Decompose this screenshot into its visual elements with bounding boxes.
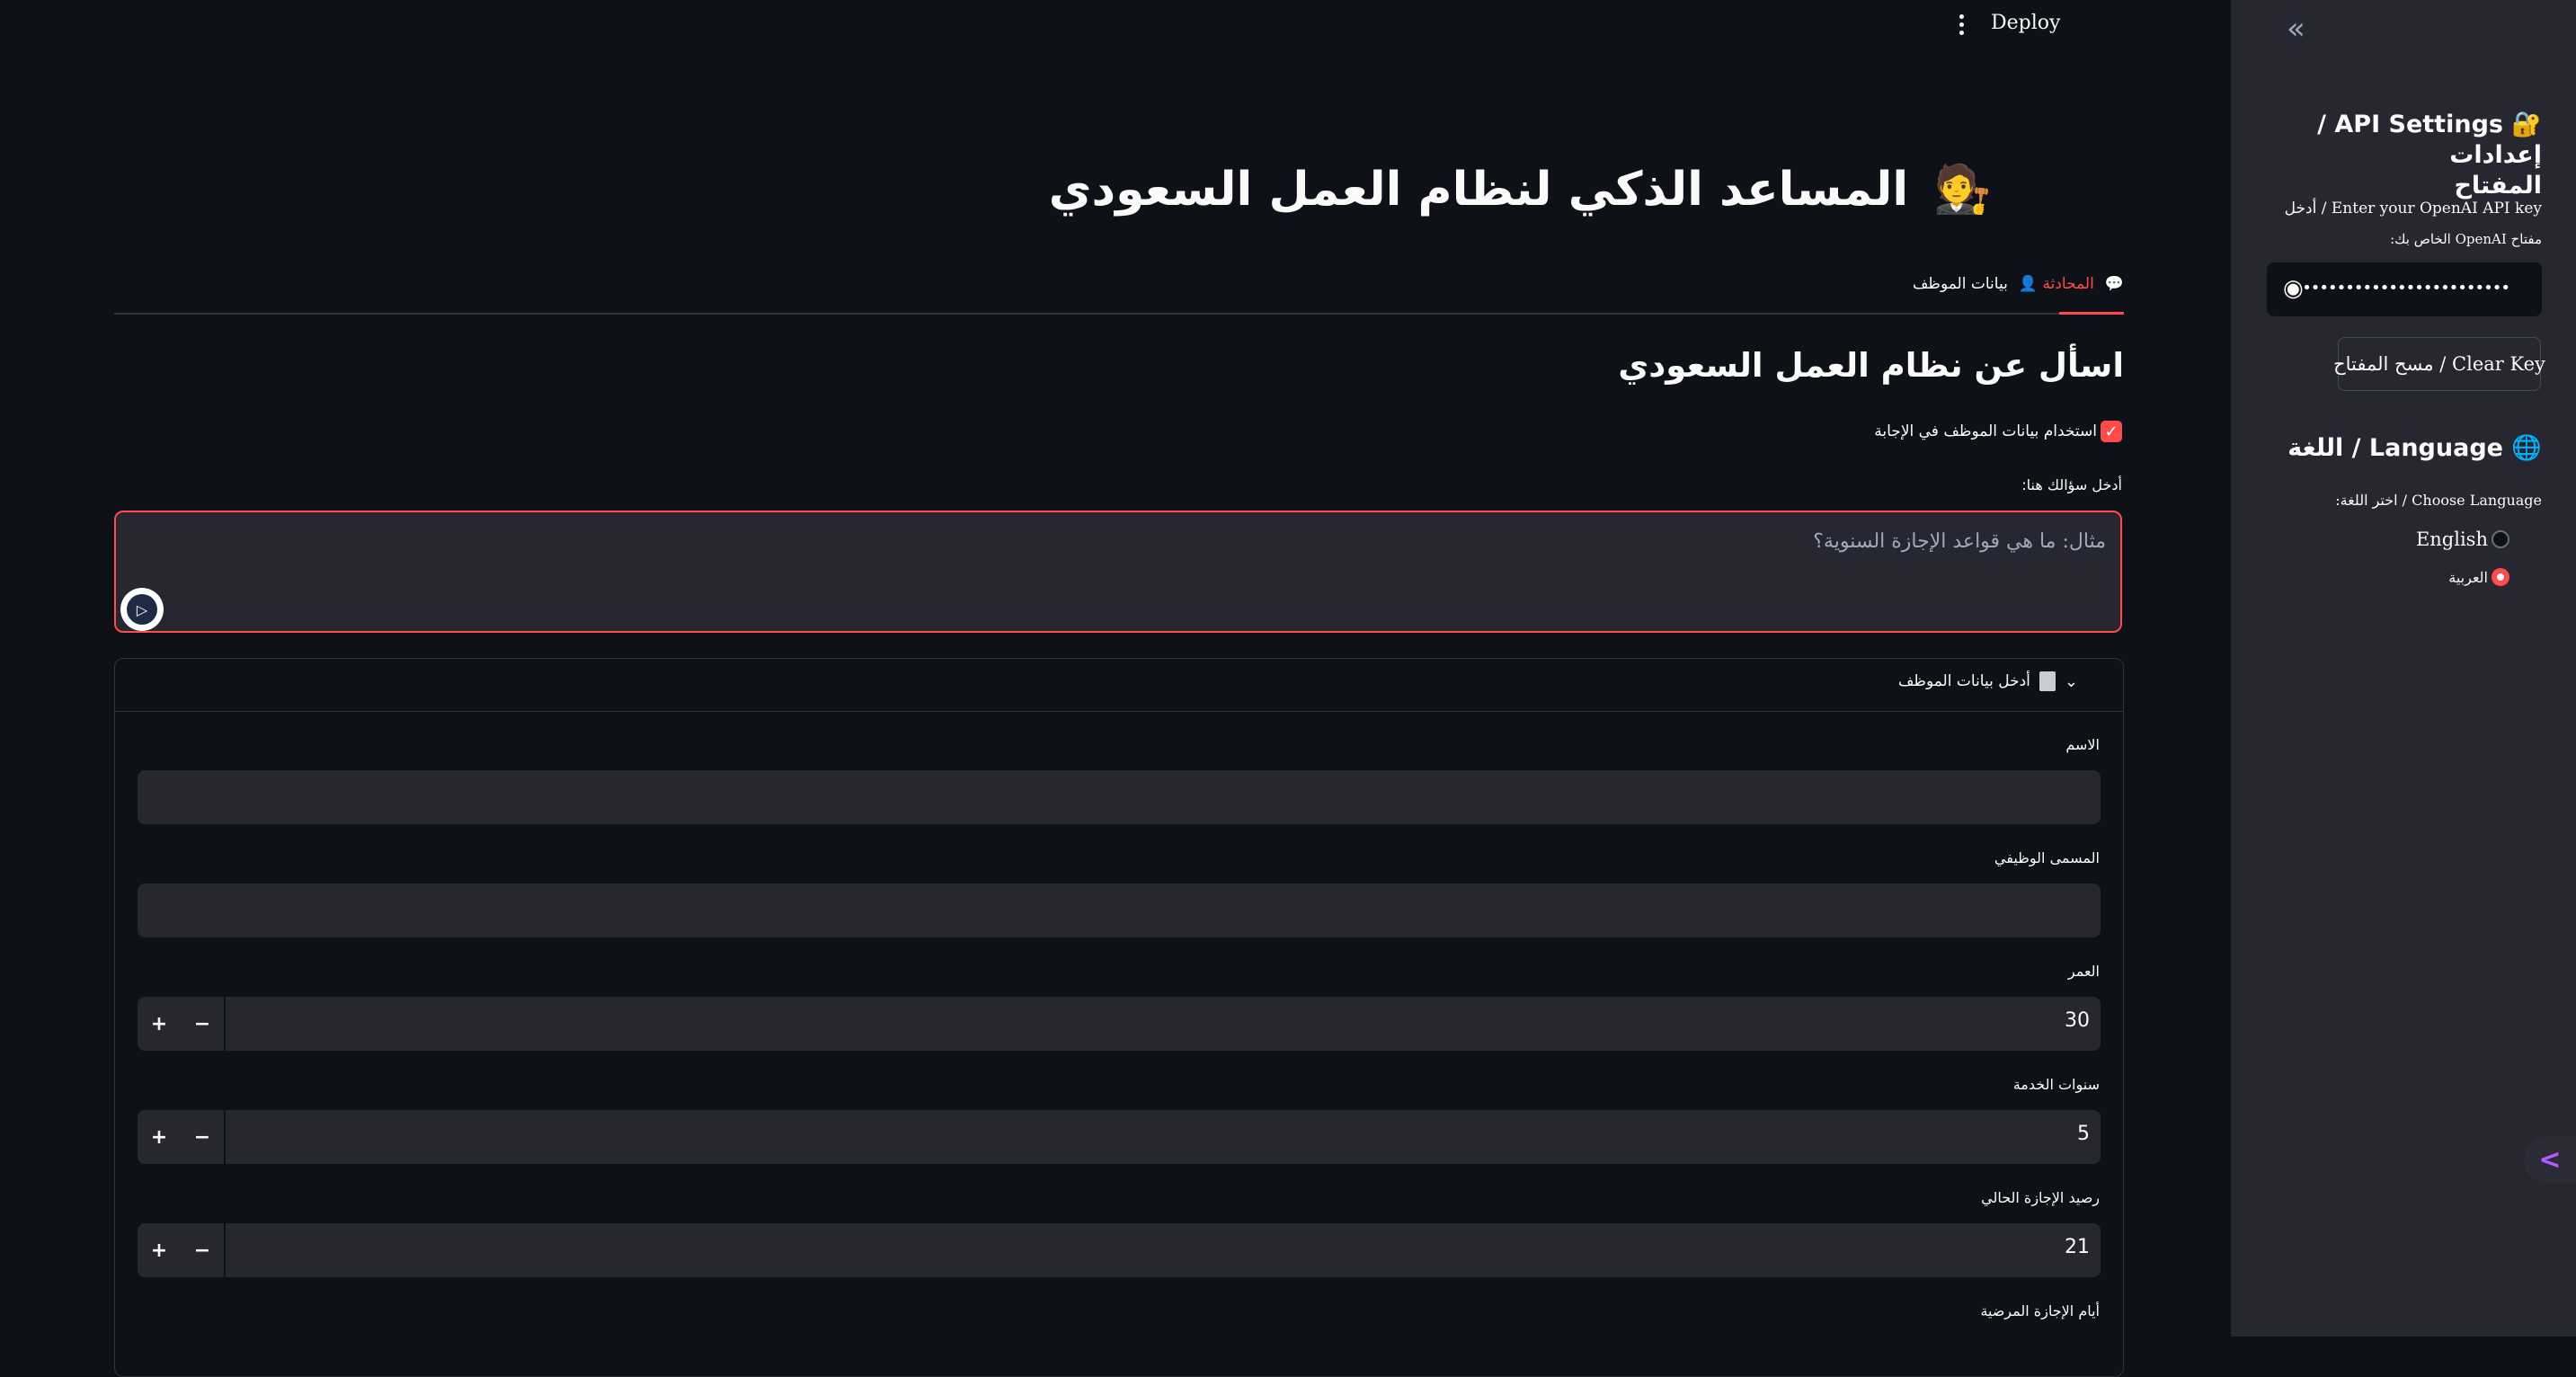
- age-number-input[interactable]: + − 30: [138, 997, 2101, 1051]
- radio-selected-icon[interactable]: [2492, 568, 2509, 586]
- page-title-text: المساعد الذكي لنظام العمل السعودي: [1048, 162, 1909, 217]
- leave-balance-value: 21: [2065, 1236, 2090, 1258]
- stepper-divider: [224, 1110, 226, 1164]
- age-value: 30: [2065, 1009, 2090, 1032]
- document-icon: [2039, 671, 2056, 691]
- expander-title[interactable]: ⌄ أدخل بيانات الموظف: [1898, 671, 2083, 691]
- api-key-label: Enter your OpenAI API key / أدخل مفتاح O…: [2285, 193, 2542, 254]
- vertical-dots-icon: [1959, 13, 1964, 19]
- assistant-widget-button[interactable]: ▷: [120, 588, 164, 631]
- person-icon: 👤: [2018, 275, 2038, 293]
- age-increment-button[interactable]: +: [138, 997, 181, 1051]
- job-title-input[interactable]: [138, 884, 2101, 937]
- page-title: 🧑‍⚖️ المساعد الذكي لنظام العمل السعودي: [1048, 162, 1992, 218]
- service-years-decrement-button[interactable]: −: [181, 1110, 224, 1164]
- chevron-down-icon: ⌄: [2064, 671, 2078, 691]
- use-employee-data-checkbox[interactable]: ✓ استخدام بيانات الموظف في الإجابة: [1874, 421, 2122, 442]
- language-label: Choose Language / اختر اللغة:: [2335, 492, 2542, 509]
- checkmark-icon[interactable]: ✓: [2101, 421, 2122, 442]
- checkbox-label: استخدام بيانات الموظف في الإجابة: [1874, 422, 2097, 440]
- tab-chat[interactable]: 💬 المحادثة: [2043, 268, 2124, 300]
- tab-employee-data-label: بيانات الموظف: [1912, 275, 2008, 293]
- leave-balance-label: رصيد الإجازة الحالي: [1981, 1189, 2100, 1206]
- language-option-arabic[interactable]: العربية: [2448, 568, 2509, 586]
- expander-header[interactable]: ⌄ أدخل بيانات الموظف: [115, 659, 2123, 712]
- service-years-value: 5: [2077, 1123, 2090, 1145]
- collapse-sidebar-icon[interactable]: «: [2287, 11, 2305, 47]
- api-settings-title-line1: 🔐 API Settings / إعدادات: [2317, 111, 2542, 169]
- question-placeholder: مثال: ما هي قواعد الإجازة السنوية؟: [1813, 530, 2106, 553]
- service-years-number-input[interactable]: + − 5: [138, 1110, 2101, 1164]
- language-option-english[interactable]: English: [2416, 529, 2509, 550]
- clear-key-button[interactable]: Clear Key / مسح المفتاح: [2333, 337, 2545, 391]
- section-title: اسأل عن نظام العمل السعودي: [1618, 346, 2124, 385]
- active-tab-indicator: [2059, 312, 2124, 315]
- service-years-increment-button[interactable]: +: [138, 1110, 181, 1164]
- sick-leave-days-label: أيام الإجازة المرضية: [1980, 1302, 2100, 1319]
- api-key-label-line1: Enter your OpenAI API key / أدخل: [2284, 200, 2542, 218]
- age-label: العمر: [2067, 963, 2100, 980]
- question-textarea[interactable]: مثال: ما هي قواعد الإجازة السنوية؟: [114, 511, 2122, 633]
- radio-unselected-icon[interactable]: [2492, 530, 2509, 548]
- eye-icon[interactable]: ◉: [2283, 275, 2304, 302]
- tab-chat-label: المحادثة: [2042, 275, 2094, 293]
- deploy-button[interactable]: Deploy: [1982, 7, 2069, 40]
- employee-data-expander: ⌄ أدخل بيانات الموظف الاسم المسمى الوظيف…: [114, 658, 2124, 1377]
- leave-balance-increment-button[interactable]: +: [138, 1223, 181, 1277]
- job-title-label: المسمى الوظيفي: [1994, 849, 2100, 866]
- api-settings-title: 🔐 API Settings / إعدادات المفتاح: [2231, 110, 2542, 201]
- language-option-arabic-label: العربية: [2448, 568, 2488, 586]
- expander-title-text: أدخل بيانات الموظف: [1897, 672, 2030, 690]
- service-years-label: سنوات الخدمة: [2012, 1076, 2100, 1093]
- age-decrement-button[interactable]: −: [181, 997, 224, 1051]
- main-menu-button[interactable]: [1950, 11, 1972, 38]
- api-key-input[interactable]: ◉ ••••••••••••••••••••••••: [2267, 262, 2542, 316]
- language-title: 🌐 Language / اللغة: [2287, 434, 2542, 462]
- extension-logo-icon: <: [2538, 1143, 2562, 1176]
- stepper-divider: [224, 997, 226, 1051]
- language-option-english-label: English: [2415, 529, 2488, 550]
- question-label: أدخل سؤالك هنا:: [2021, 476, 2122, 493]
- leave-balance-number-input[interactable]: + − 21: [138, 1223, 2101, 1277]
- stepper-divider: [224, 1223, 226, 1277]
- extension-widget-button[interactable]: <: [2524, 1136, 2576, 1183]
- name-label: الاسم: [2065, 736, 2100, 753]
- api-key-masked-value: ••••••••••••••••••••••••: [2302, 279, 2510, 298]
- api-key-label-line2: مفتاح OpenAI الخاص بك:: [2390, 231, 2542, 247]
- sidebar: « 🔐 API Settings / إعدادات المفتاح Enter…: [2231, 0, 2576, 1337]
- judge-person-icon: 🧑‍⚖️: [1933, 163, 1992, 217]
- name-input[interactable]: [138, 770, 2101, 824]
- speech-bubble-icon: 💬: [2104, 275, 2124, 293]
- tab-employee-data[interactable]: 👤 بيانات الموظف: [1913, 268, 2038, 300]
- tab-bar: 💬 المحادثة 👤 بيانات الموظف: [114, 257, 2124, 315]
- play-logo-icon: ▷: [127, 594, 157, 625]
- leave-balance-decrement-button[interactable]: −: [181, 1223, 224, 1277]
